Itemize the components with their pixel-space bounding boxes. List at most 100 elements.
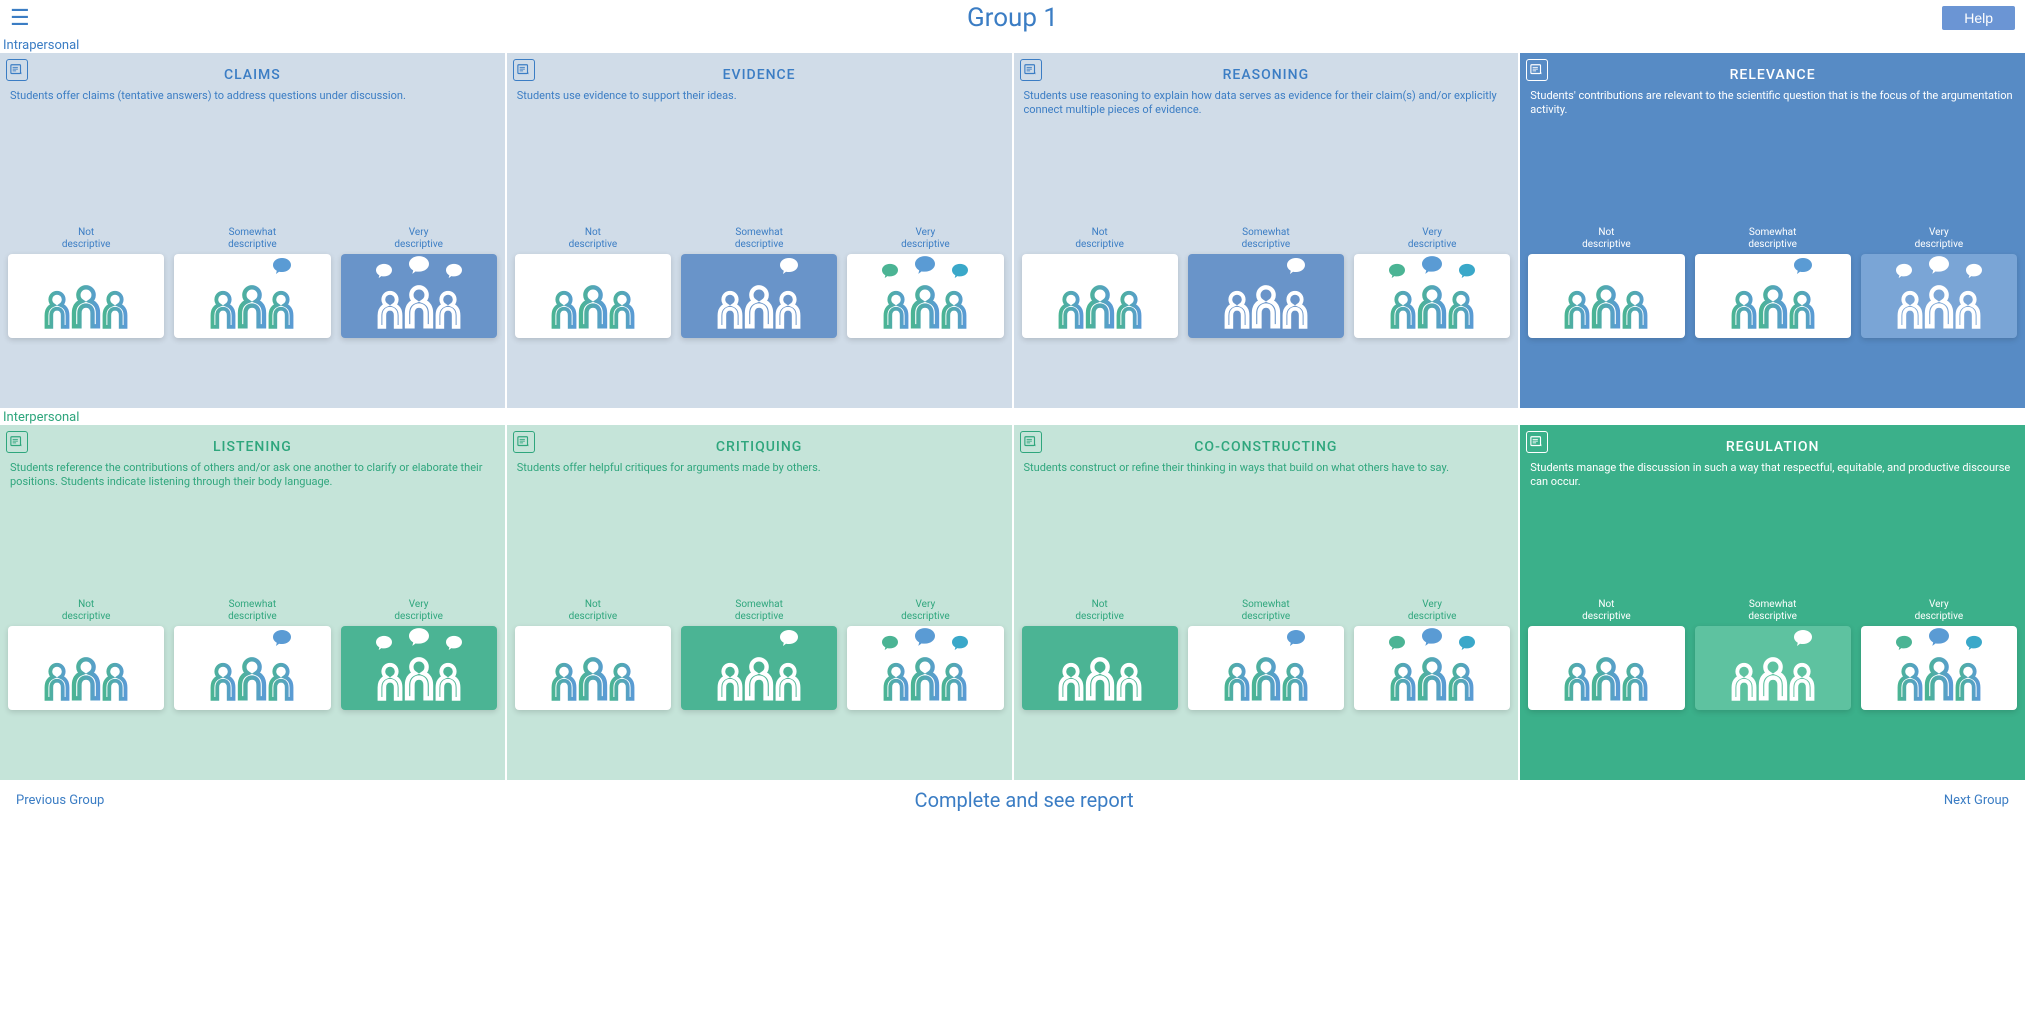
option-somewhat[interactable]: Somewhatdescriptive (681, 226, 837, 338)
option-box-very[interactable] (341, 254, 497, 338)
option-label-very: Verydescriptive (394, 598, 443, 622)
option-label-very: Verydescriptive (1915, 598, 1964, 622)
options-row: Notdescriptive Somewhatdescriptive (8, 598, 497, 710)
option-box-very[interactable] (1861, 626, 2017, 710)
note-icon[interactable] (1526, 59, 1548, 81)
option-label-somewhat: Somewhatdescriptive (1242, 226, 1291, 250)
option-box-not[interactable] (8, 626, 164, 710)
option-box-not[interactable] (8, 254, 164, 338)
option-box-somewhat[interactable] (681, 254, 837, 338)
option-very[interactable]: Verydescriptive (1354, 226, 1510, 338)
option-box-somewhat[interactable] (174, 626, 330, 710)
option-very[interactable]: Verydescriptive (1861, 598, 2017, 710)
option-not[interactable]: Notdescriptive (8, 598, 164, 710)
option-label-not: Notdescriptive (1582, 226, 1631, 250)
card-description: Students reference the contributions of … (8, 455, 497, 490)
options-row: Notdescriptive Somewhatdescriptive (1528, 598, 2017, 710)
option-very[interactable]: Verydescriptive (847, 226, 1003, 338)
option-label-very: Verydescriptive (901, 226, 950, 250)
menu-icon[interactable]: ☰ (10, 6, 30, 31)
interpersonal-label: Interpersonal (0, 408, 2025, 425)
help-button[interactable]: Help (1942, 6, 2015, 30)
option-somewhat[interactable]: Somewhatdescriptive (174, 598, 330, 710)
option-box-somewhat[interactable] (1188, 254, 1344, 338)
option-box-not[interactable] (515, 626, 671, 710)
note-icon[interactable] (513, 431, 535, 453)
card-title: RELEVANCE (1528, 63, 2017, 83)
option-very[interactable]: Verydescriptive (1354, 598, 1510, 710)
option-label-somewhat: Somewhatdescriptive (1748, 226, 1797, 250)
option-box-somewhat[interactable] (681, 626, 837, 710)
option-box-not[interactable] (1528, 254, 1684, 338)
option-label-not: Notdescriptive (1075, 226, 1124, 250)
option-not[interactable]: Notdescriptive (1528, 598, 1684, 710)
option-label-very: Verydescriptive (1915, 226, 1964, 250)
option-box-somewhat[interactable] (1188, 626, 1344, 710)
option-not[interactable]: Notdescriptive (8, 226, 164, 338)
option-somewhat[interactable]: Somewhatdescriptive (1188, 226, 1344, 338)
intrapersonal-label: Intrapersonal (0, 36, 2025, 53)
next-group-link[interactable]: Next Group (1944, 793, 2009, 808)
note-icon[interactable] (1020, 431, 1042, 453)
option-label-somewhat: Somewhatdescriptive (1748, 598, 1797, 622)
option-box-not[interactable] (1022, 254, 1178, 338)
option-box-not[interactable] (1528, 626, 1684, 710)
note-icon[interactable] (513, 59, 535, 81)
option-somewhat[interactable]: Somewhatdescriptive (1695, 598, 1851, 710)
option-somewhat[interactable]: Somewhatdescriptive (1695, 226, 1851, 338)
intrapersonal-grid: CLAIMS Students offer claims (tentative … (0, 53, 2025, 408)
option-somewhat[interactable]: Somewhatdescriptive (1188, 598, 1344, 710)
option-not[interactable]: Notdescriptive (1528, 226, 1684, 338)
previous-group-link[interactable]: Previous Group (16, 793, 104, 808)
option-box-not[interactable] (1022, 626, 1178, 710)
option-box-somewhat[interactable] (174, 254, 330, 338)
card-claims: CLAIMS Students offer claims (tentative … (0, 53, 505, 408)
option-box-very[interactable] (1861, 254, 2017, 338)
note-icon[interactable] (6, 431, 28, 453)
card-description: Students offer claims (tentative answers… (8, 83, 497, 103)
option-box-very[interactable] (341, 626, 497, 710)
complete-report-link[interactable]: Complete and see report (915, 788, 1134, 812)
option-not[interactable]: Notdescriptive (515, 598, 671, 710)
option-label-somewhat: Somewhatdescriptive (228, 226, 277, 250)
card-coconstructing: CO-CONSTRUCTING Students construct or re… (1014, 425, 1519, 780)
card-title: REASONING (1022, 63, 1511, 83)
options-row: Notdescriptive Somewhatdescriptive (515, 226, 1004, 338)
options-row: Notdescriptive Somewhatdescriptive (1022, 598, 1511, 710)
note-icon[interactable] (1020, 59, 1042, 81)
option-label-not: Notdescriptive (1582, 598, 1631, 622)
card-description: Students offer helpful critiques for arg… (515, 455, 1004, 475)
note-icon[interactable] (1526, 431, 1548, 453)
option-box-somewhat[interactable] (1695, 254, 1851, 338)
option-very[interactable]: Verydescriptive (1861, 226, 2017, 338)
option-label-not: Notdescriptive (62, 598, 111, 622)
card-evidence: EVIDENCE Students use evidence to suppor… (507, 53, 1012, 408)
options-row: Notdescriptive Somewhatdescriptive (1022, 226, 1511, 338)
note-icon[interactable] (6, 59, 28, 81)
option-somewhat[interactable]: Somewhatdescriptive (681, 598, 837, 710)
option-not[interactable]: Notdescriptive (515, 226, 671, 338)
option-box-somewhat[interactable] (1695, 626, 1851, 710)
option-not[interactable]: Notdescriptive (1022, 226, 1178, 338)
option-box-very[interactable] (847, 254, 1003, 338)
footer: Previous Group Complete and see report N… (0, 780, 2025, 820)
option-label-somewhat: Somewhatdescriptive (735, 598, 784, 622)
card-reasoning: REASONING Students use reasoning to expl… (1014, 53, 1519, 408)
option-box-not[interactable] (515, 254, 671, 338)
option-not[interactable]: Notdescriptive (1022, 598, 1178, 710)
option-box-very[interactable] (847, 626, 1003, 710)
option-very[interactable]: Verydescriptive (341, 598, 497, 710)
option-very[interactable]: Verydescriptive (847, 598, 1003, 710)
card-title: CLAIMS (8, 63, 497, 83)
card-description: Students' contributions are relevant to … (1528, 83, 2017, 118)
card-title: REGULATION (1528, 435, 2017, 455)
options-row: Notdescriptive Somewhatdescriptive (515, 598, 1004, 710)
option-box-very[interactable] (1354, 254, 1510, 338)
option-label-somewhat: Somewhatdescriptive (1242, 598, 1291, 622)
card-description: Students manage the discussion in such a… (1528, 455, 2017, 490)
option-very[interactable]: Verydescriptive (341, 226, 497, 338)
option-somewhat[interactable]: Somewhatdescriptive (174, 226, 330, 338)
card-title: CRITIQUING (515, 435, 1004, 455)
option-label-not: Notdescriptive (62, 226, 111, 250)
option-box-very[interactable] (1354, 626, 1510, 710)
